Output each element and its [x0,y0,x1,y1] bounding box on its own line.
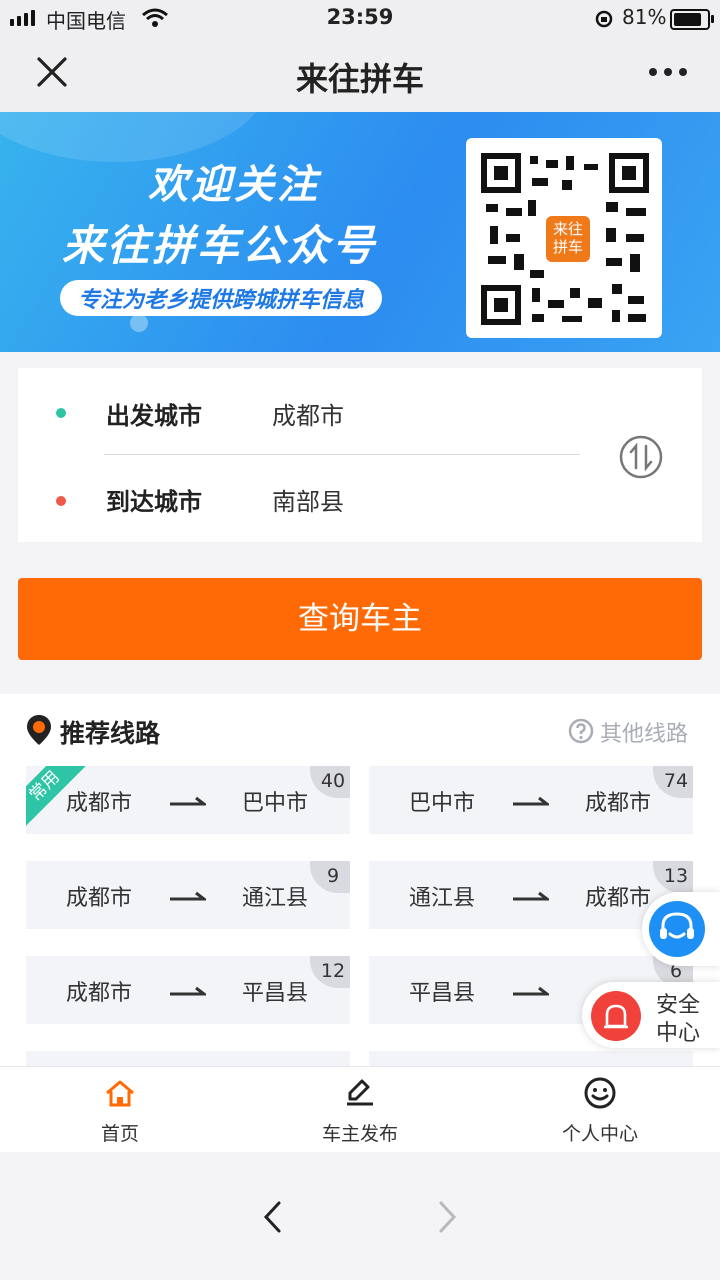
route-to: 成都市 [585,886,652,911]
route-divider [104,454,580,455]
route-to: 通江县 [242,886,309,911]
route-count-badge: 13 [653,861,693,893]
location-pin-icon [27,715,51,745]
navigation-bar: 来往拼车 [0,36,720,112]
browser-navigation [0,1152,720,1280]
route-count-badge: 40 [310,766,350,798]
route-from: 成都市 [66,791,133,816]
banner-headline-2: 来往拼车公众号 [62,221,378,270]
page-title: 来往拼车 [295,60,424,98]
route-from: 通江县 [409,886,476,911]
safety-center-button[interactable]: 安全 中心 [582,982,720,1048]
back-chevron-icon[interactable] [262,1200,282,1234]
route-selector: 出发城市 成都市 到达城市 南部县 [18,368,702,542]
forward-chevron-icon[interactable] [438,1200,458,1234]
qr-code: 来往拼车 [466,138,662,338]
route-item[interactable]: 常用 成都市 巴中市 40 [26,766,350,834]
route-to: 成都市 [585,791,652,816]
route-count-badge: 12 [310,956,350,988]
route-item[interactable]: 成都市 通江县 9 [26,861,350,929]
route-arrow-icon [170,796,206,806]
route-item-partial[interactable] [369,1051,693,1066]
route-to: 巴中市 [242,791,309,816]
status-bar: 中国电信 23:59 81% [0,0,720,36]
arrival-label: 到达城市 [106,488,202,516]
edit-icon [347,1079,373,1106]
home-icon [106,1080,134,1107]
route-item[interactable]: 成都市 平昌县 12 [26,956,350,1024]
tab-profile-label: 个人中心 [561,1123,638,1145]
route-from: 成都市 [66,981,133,1006]
banner-headline-1: 欢迎关注 [148,162,320,208]
route-to: 平昌县 [242,981,309,1006]
qr-logo-text: 来往拼车 [552,220,583,256]
headset-icon [649,901,705,957]
route-arrow-icon [170,891,206,901]
safety-label-2: 中心 [656,1021,701,1046]
route-arrow-icon [513,796,549,806]
route-arrow-icon [170,986,206,996]
bottom-tab-bar: 首页 车主发布 个人中心 [0,1066,720,1153]
route-count-badge: 74 [653,766,693,798]
battery-icon [670,9,714,30]
smiley-icon [584,1077,616,1109]
more-options-icon[interactable] [648,66,688,78]
route-count-badge: 9 [310,861,350,893]
query-drivers-button[interactable]: 查询车主 [18,578,702,660]
alarm-icon [591,991,641,1041]
tab-profile[interactable]: 个人中心 [480,1067,720,1153]
tab-publish[interactable]: 车主发布 [240,1067,480,1153]
battery-percent: 81% [622,5,667,29]
banner-tagline: 专注为老乡提供跨城拼车信息 [60,280,383,316]
tab-home[interactable]: 首页 [0,1067,240,1153]
departure-city[interactable]: 成都市 [272,396,344,431]
route-item[interactable]: 巴中市 成都市 74 [369,766,693,834]
customer-service-button[interactable] [642,892,720,966]
route-arrow-icon [513,986,549,996]
route-item-partial[interactable] [26,1051,350,1066]
departure-label: 出发城市 [106,402,202,430]
route-arrow-icon [513,891,549,901]
promo-banner[interactable]: 欢迎关注 来往拼车公众号 专注为老乡提供跨城拼车信息 来往拼车 [0,112,720,352]
route-from: 巴中市 [409,791,476,816]
departure-dot [56,408,66,418]
swap-icon[interactable] [618,434,664,480]
arrival-city[interactable]: 南部县 [272,482,344,517]
tab-home-label: 首页 [100,1123,139,1145]
other-routes-link[interactable]: 其他线路 [600,716,688,748]
rotation-lock-icon [595,10,613,28]
route-from: 成都市 [66,886,133,911]
arrival-dot [56,496,66,506]
recommended-title: 推荐线路 [60,719,161,748]
help-circle-icon[interactable] [568,718,594,744]
banner-decor-circle-small [130,314,148,332]
route-from: 平昌县 [409,981,476,1006]
tab-publish-label: 车主发布 [321,1123,398,1145]
